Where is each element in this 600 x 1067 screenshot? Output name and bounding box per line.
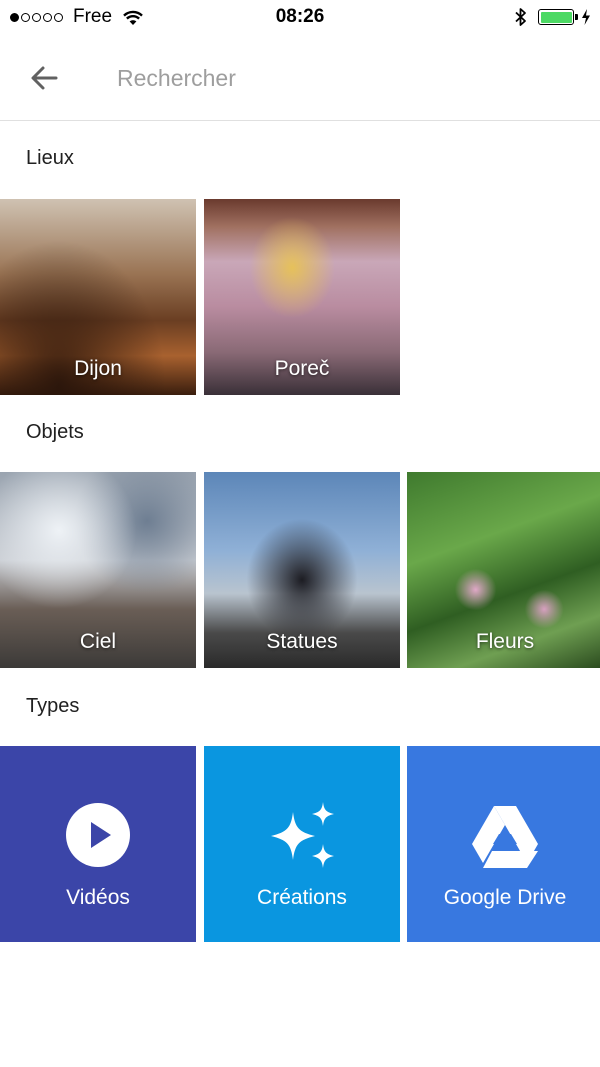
section-title-types: Types [26,695,80,717]
sparkles-icon [271,802,334,868]
type-tile-google-drive[interactable]: Google Drive [407,746,600,942]
thing-tile-statues[interactable]: Statues [204,472,400,668]
wifi-icon [123,10,143,25]
battery-level [540,11,572,23]
battery-icon [538,9,578,25]
section-title-places: Lieux [26,147,74,169]
thing-tile-ciel[interactable]: Ciel [0,472,196,668]
tile-label: Poreč [274,357,330,380]
search-bar [0,34,600,121]
status-bar: Free 08:26 [0,0,600,34]
status-bar-left: Free [10,0,144,34]
tile-label: Statues [266,630,338,653]
type-tile-creations[interactable]: Créations [204,746,400,942]
play-circle-icon [66,803,130,867]
status-bar-right [514,0,592,34]
tile-label: Dijon [74,357,122,380]
bluetooth-icon [515,8,526,26]
type-tile-videos[interactable]: Vidéos [0,746,196,942]
search-input[interactable] [117,58,557,98]
back-button[interactable] [24,58,64,98]
google-drive-icon [472,806,538,868]
charging-bolt-icon [582,9,590,25]
thing-tile-fleurs[interactable]: Fleurs [407,472,600,668]
type-label: Créations [257,886,347,909]
type-label: Vidéos [66,886,130,909]
section-title-things: Objets [26,421,84,443]
place-tile-dijon[interactable]: Dijon [0,199,196,395]
carrier-name: Free [73,6,113,27]
tile-label: Fleurs [475,630,535,653]
signal-strength-icon [10,12,65,22]
place-tile-porec[interactable]: Poreč [204,199,400,395]
back-arrow-icon [31,66,58,90]
type-label: Google Drive [443,886,567,909]
tile-label: Ciel [79,630,117,653]
